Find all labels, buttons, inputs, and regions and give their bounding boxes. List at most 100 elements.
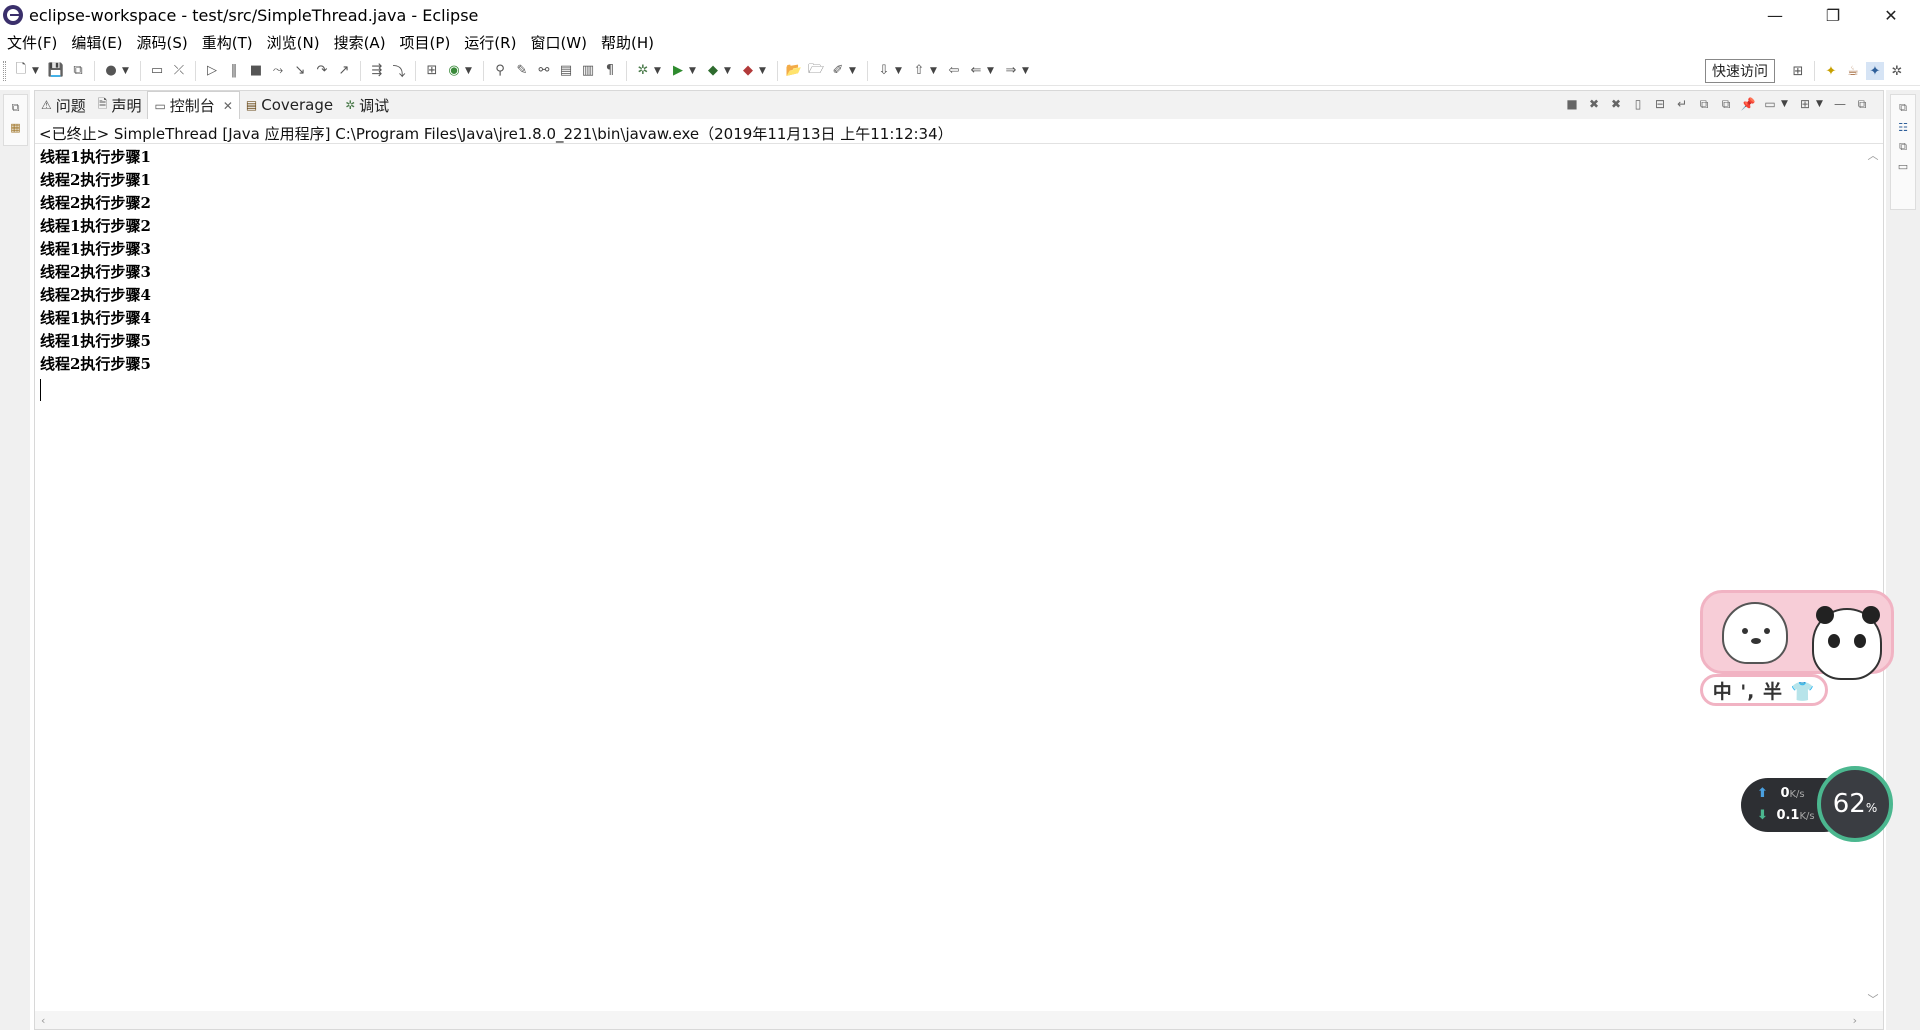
- scroll-lock-icon[interactable]: ⊟: [1651, 95, 1669, 113]
- previous-annotation-dropdown-icon[interactable]: ▼: [930, 66, 940, 76]
- pin-console-icon[interactable]: 📌: [1739, 95, 1757, 113]
- new-class-icon[interactable]: ◉: [445, 62, 463, 80]
- suspend-icon[interactable]: ‖: [225, 62, 243, 80]
- run-dropdown-icon[interactable]: ▼: [689, 66, 699, 76]
- profile-icon[interactable]: ●: [102, 62, 120, 80]
- use-step-filters-icon[interactable]: ⇶: [368, 62, 386, 80]
- save-icon[interactable]: 💾: [47, 62, 65, 80]
- terminate-icon[interactable]: ■: [247, 62, 265, 80]
- new-package-icon[interactable]: ⊞: [423, 62, 441, 80]
- remove-launch-icon[interactable]: ✖: [1585, 95, 1603, 113]
- profile-dropdown-icon[interactable]: ▼: [122, 66, 132, 76]
- step-over-icon[interactable]: ↷: [313, 62, 331, 80]
- outline-icon[interactable]: ☷: [1891, 121, 1915, 134]
- terminal-icon[interactable]: ▭: [148, 62, 166, 80]
- drop-to-frame-icon[interactable]: ⤵: [390, 62, 408, 80]
- disconnect-icon[interactable]: ⤳: [269, 62, 287, 80]
- scroll-down-icon[interactable]: ﹀: [1865, 991, 1881, 1007]
- open-type-icon[interactable]: 📂: [785, 62, 803, 80]
- search-tool-icon[interactable]: ✐: [829, 62, 847, 80]
- java-perspective-icon[interactable]: ☕: [1844, 62, 1862, 80]
- horizontal-scrollbar[interactable]: ‹ ›: [35, 1011, 1883, 1029]
- debug-perspective-icon[interactable]: ✲: [1888, 62, 1906, 80]
- restore-view-icon[interactable]: ⧉: [4, 101, 27, 115]
- ime-toolbar-widget[interactable]: 中 ', 半 👕: [1700, 590, 1894, 712]
- maximize-view-icon[interactable]: ⧉: [1853, 95, 1871, 113]
- restore-view-icon[interactable]: ⧉: [1891, 101, 1915, 115]
- forward-icon[interactable]: ⇒: [1002, 62, 1020, 80]
- ime-status-bar[interactable]: 中 ', 半 👕: [1700, 674, 1828, 706]
- package-explorer-icon[interactable]: ▦: [4, 121, 27, 134]
- tab-problems[interactable]: ⚠ 问题: [35, 91, 92, 119]
- close-button[interactable]: ✕: [1862, 0, 1920, 30]
- step-return-icon[interactable]: ↗: [335, 62, 353, 80]
- scroll-left-icon[interactable]: ‹: [41, 1014, 45, 1027]
- menu-project[interactable]: 项目(P): [393, 32, 458, 53]
- minimize-button[interactable]: —: [1746, 0, 1804, 30]
- resume-icon[interactable]: ▷: [203, 62, 221, 80]
- java-ee-perspective-icon[interactable]: ✦: [1822, 62, 1840, 80]
- back-icon[interactable]: ⇐: [967, 62, 985, 80]
- tab-debug[interactable]: ✲ 调试: [339, 91, 395, 119]
- close-tab-icon[interactable]: ✕: [223, 99, 233, 113]
- save-all-icon[interactable]: ⧉: [69, 62, 87, 80]
- menu-help[interactable]: 帮助(H): [594, 32, 661, 53]
- console-output[interactable]: 线程1执行步骤1 线程2执行步骤1 线程2执行步骤2 线程1执行步骤2 线程1执…: [40, 146, 151, 401]
- scroll-right-icon[interactable]: ›: [1853, 1014, 1857, 1027]
- pin-icon[interactable]: ⚲: [491, 62, 509, 80]
- display-console-dropdown-icon[interactable]: ▼: [1781, 99, 1791, 109]
- coverage-run-icon[interactable]: ◆: [704, 62, 722, 80]
- tab-console[interactable]: ▭ 控制台 ✕: [147, 91, 240, 119]
- last-edit-icon[interactable]: ⇦: [945, 62, 963, 80]
- toolbar-grip[interactable]: [3, 60, 6, 81]
- memory-usage-gauge[interactable]: 62%: [1817, 766, 1893, 842]
- wand-icon[interactable]: ✎: [513, 62, 531, 80]
- minimize-view-icon[interactable]: —: [1831, 95, 1849, 113]
- remove-all-terminated-icon[interactable]: ✖: [1607, 95, 1625, 113]
- menu-search[interactable]: 搜索(A): [327, 32, 393, 53]
- open-perspective-icon[interactable]: ⊞: [1789, 62, 1807, 80]
- forward-dropdown-icon[interactable]: ▼: [1022, 66, 1032, 76]
- external-tools-icon[interactable]: ◆: [739, 62, 757, 80]
- debug-bug-icon[interactable]: ✲: [634, 62, 652, 80]
- search-dropdown-icon[interactable]: ▼: [849, 66, 859, 76]
- previous-annotation-icon[interactable]: ⇧: [910, 62, 928, 80]
- active-perspective-icon[interactable]: ✦: [1866, 62, 1884, 80]
- new-file-icon[interactable]: 🗋: [12, 62, 30, 80]
- next-annotation-icon[interactable]: ⇩: [875, 62, 893, 80]
- menu-refactor[interactable]: 重构(T): [195, 32, 260, 53]
- skip-breakpoints-icon[interactable]: ⤫: [170, 62, 188, 80]
- block-icon[interactable]: ▥: [579, 62, 597, 80]
- run-icon[interactable]: ▶: [669, 62, 687, 80]
- new-dropdown-icon[interactable]: ▼: [32, 66, 42, 76]
- task-list-icon[interactable]: ▭: [1891, 160, 1915, 173]
- tab-declaration[interactable]: 🗎 声明: [92, 91, 148, 119]
- network-speed-widget[interactable]: ⬆ 0K/s ⬇ 0.1K/s 62%: [1741, 766, 1893, 844]
- menu-navigate[interactable]: 浏览(N): [260, 32, 327, 53]
- restore-view-icon[interactable]: ⧉: [1891, 140, 1915, 154]
- format-icon[interactable]: ▤: [557, 62, 575, 80]
- tab-coverage[interactable]: ▤ Coverage: [240, 91, 339, 119]
- menu-source[interactable]: 源码(S): [130, 32, 195, 53]
- paragraph-icon[interactable]: ¶: [601, 62, 619, 80]
- open-task-icon[interactable]: 🗁: [807, 62, 825, 80]
- debug-dropdown-icon[interactable]: ▼: [654, 66, 664, 76]
- clear-console-icon[interactable]: ▯: [1629, 95, 1647, 113]
- quick-access-field[interactable]: 快速访问: [1705, 59, 1775, 83]
- open-console-icon[interactable]: ⊞: [1796, 95, 1814, 113]
- external-tools-dropdown-icon[interactable]: ▼: [759, 66, 769, 76]
- open-console-dropdown-icon[interactable]: ▼: [1816, 99, 1826, 109]
- display-console-icon[interactable]: ▭: [1761, 95, 1779, 113]
- menu-edit[interactable]: 编辑(E): [64, 32, 129, 53]
- new-class-dropdown-icon[interactable]: ▼: [465, 66, 475, 76]
- next-annotation-dropdown-icon[interactable]: ▼: [895, 66, 905, 76]
- vertical-scrollbar[interactable]: ︿ ﹀: [1865, 147, 1881, 1007]
- menu-run[interactable]: 运行(R): [457, 32, 523, 53]
- show-on-stderr-icon[interactable]: ⧉: [1717, 95, 1735, 113]
- link-icon[interactable]: ⚯: [535, 62, 553, 80]
- menu-window[interactable]: 窗口(W): [523, 32, 594, 53]
- word-wrap-icon[interactable]: ↵: [1673, 95, 1691, 113]
- restore-button[interactable]: ❐: [1804, 0, 1862, 30]
- coverage-dropdown-icon[interactable]: ▼: [724, 66, 734, 76]
- scroll-up-icon[interactable]: ︿: [1865, 147, 1881, 163]
